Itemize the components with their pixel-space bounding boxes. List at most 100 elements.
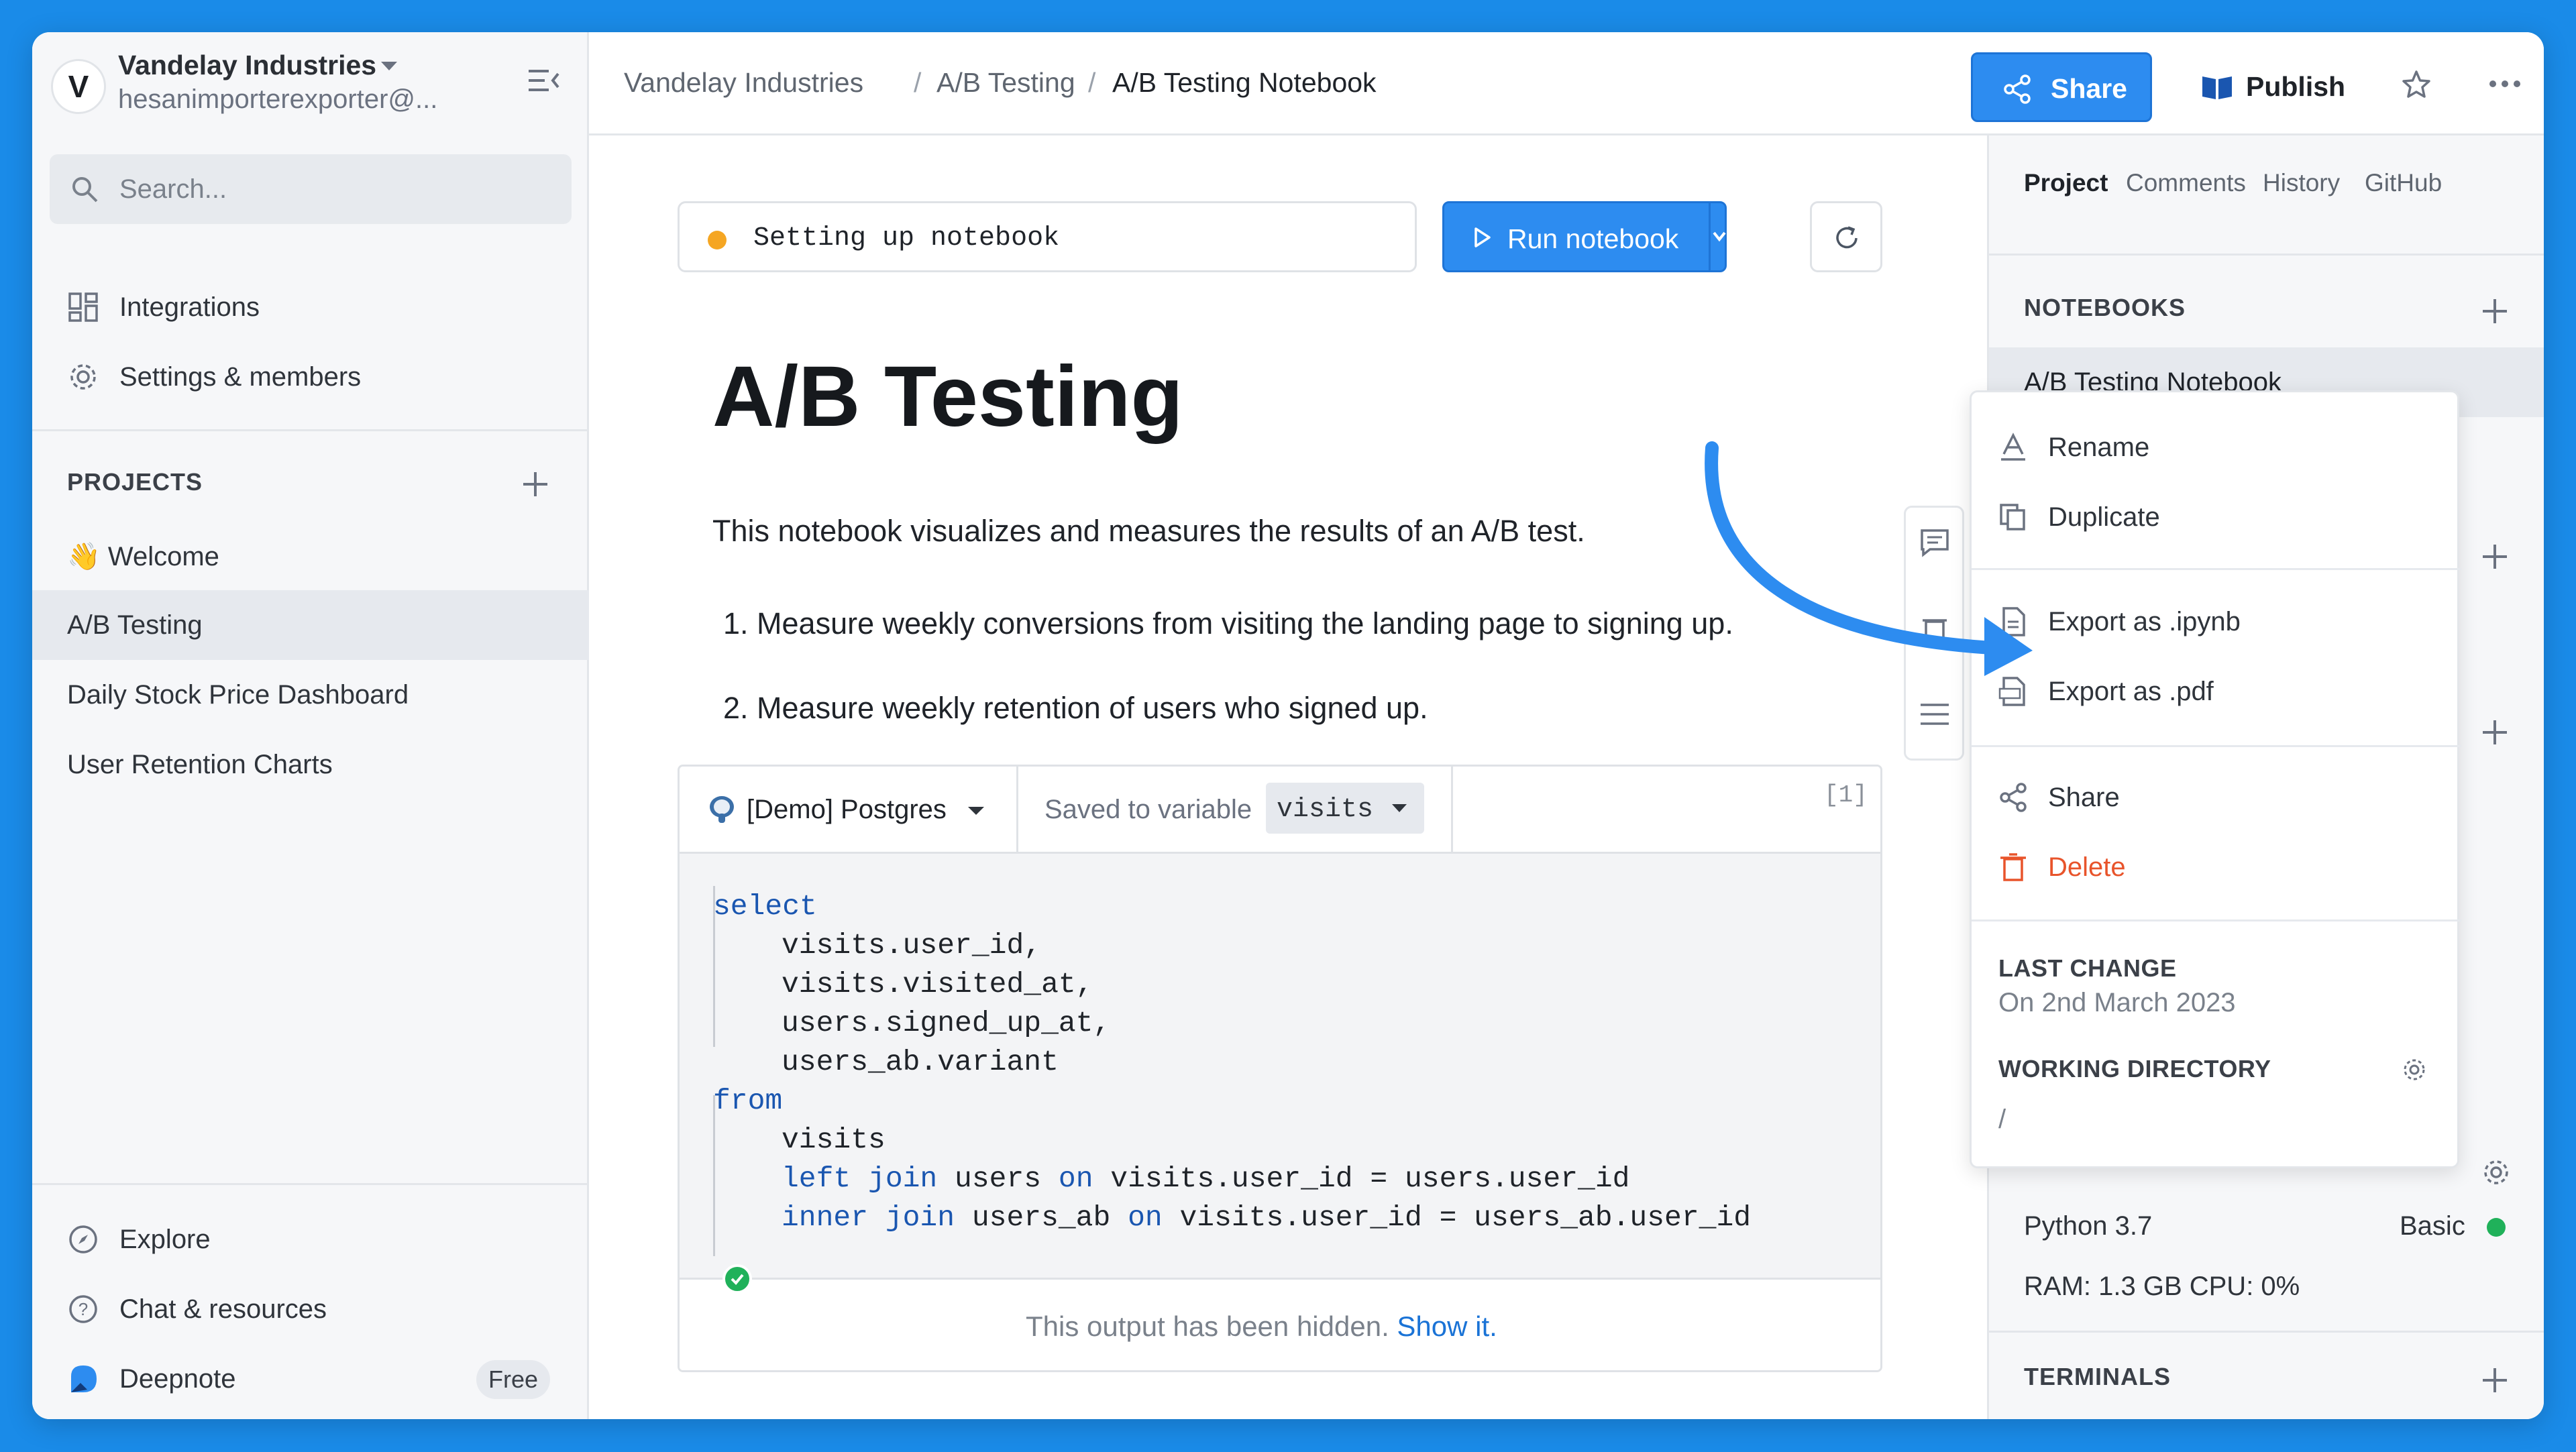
sidebar-item-deepnote[interactable]: Deepnote Free [32, 1347, 589, 1411]
code-editor[interactable]: select visits.user_id, visits.visited_at… [680, 854, 1880, 1278]
play-icon [1474, 227, 1491, 247]
project-label: 👋 Welcome [67, 542, 219, 571]
menu-icon[interactable] [1919, 702, 1950, 726]
code-line: users.signed_up_at, [782, 1007, 1111, 1040]
notebook-title: A/B Testing [712, 349, 1183, 445]
code-line: select [713, 890, 817, 923]
workspace-email: hesanimporterexporter@... [118, 85, 438, 114]
show-output-link[interactable]: Show it. [1397, 1310, 1497, 1342]
divider [1451, 767, 1453, 854]
tab-project[interactable]: Project [2024, 169, 2108, 197]
collapse-sidebar-icon[interactable] [527, 67, 559, 94]
gear-icon[interactable] [2401, 1056, 2428, 1083]
publish-button[interactable]: Publish [2174, 52, 2355, 122]
notebook-status: Setting up notebook [678, 201, 1417, 272]
notebooks-title: NOTEBOOKS [2024, 294, 2186, 321]
tab-comments[interactable]: Comments [2126, 169, 2246, 197]
execution-count: [1] [1824, 781, 1868, 809]
grid-icon [68, 292, 98, 322]
menu-item-delete[interactable]: Delete [1972, 832, 2461, 902]
add-project-icon[interactable] [522, 471, 549, 498]
code-line: inner join users_ab on visits.user_id = … [782, 1201, 1752, 1234]
chevron-down-icon[interactable] [1710, 203, 1729, 270]
add-icon[interactable] [2481, 543, 2508, 570]
saved-to-label: Saved to variable [1044, 795, 1252, 824]
search-input[interactable]: Search... [50, 154, 572, 224]
share-icon [2004, 74, 2031, 104]
status-dot [708, 231, 727, 249]
star-icon[interactable] [2402, 70, 2431, 99]
compass-icon [69, 1225, 97, 1253]
search-icon [72, 177, 98, 203]
database-select[interactable]: [Demo] Postgres [747, 795, 947, 825]
gear-icon[interactable] [2481, 1158, 2511, 1187]
add-icon[interactable] [2481, 719, 2508, 746]
menu-item-label: Share [2048, 783, 2120, 812]
divider [1989, 254, 2544, 256]
pdf-icon [1998, 677, 2025, 706]
sidebar-item-label: Chat & resources [119, 1294, 327, 1324]
code-line: visits.visited_at, [782, 968, 1093, 1001]
sidebar-item-integrations[interactable]: Integrations [32, 275, 589, 339]
cell-toolbar: [Demo] Postgres Saved to variable visits… [680, 767, 1880, 854]
breadcrumb-workspace[interactable]: Vandelay Industries [624, 67, 863, 99]
output-hidden-text: This output has been hidden. Show it. [1026, 1310, 1497, 1342]
variable-select[interactable]: visits [1266, 783, 1424, 834]
header: Vandelay Industries / A/B Testing / A/B … [589, 32, 2544, 135]
cell-output: This output has been hidden. Show it. [680, 1278, 1880, 1370]
code-line: visits.user_id, [782, 929, 1042, 962]
code-line: visits [782, 1123, 885, 1156]
terminals-title: TERMINALS [2024, 1363, 2171, 1390]
more-icon[interactable] [2489, 78, 2521, 90]
project-label: A/B Testing [67, 610, 203, 640]
trash-icon [2000, 853, 2026, 881]
project-item-ab-testing[interactable]: A/B Testing [32, 590, 589, 660]
menu-item-label: Delete [2048, 852, 2126, 882]
status-text: Setting up notebook [753, 223, 1060, 254]
list-item: 1. Measure weekly conversions from visit… [723, 606, 1733, 640]
divider [1989, 1331, 2544, 1333]
run-notebook-label: Run notebook [1507, 223, 1679, 254]
share-button[interactable]: Share [1971, 52, 2152, 122]
project-item-welcome[interactable]: 👋 Welcome [32, 520, 589, 590]
sidebar-item-settings[interactable]: Settings & members [32, 345, 589, 409]
menu-item-share[interactable]: Share [1972, 763, 2461, 832]
caret-down-icon[interactable] [968, 807, 984, 815]
sql-cell: [Demo] Postgres Saved to variable visits… [678, 765, 1882, 1372]
book-icon [2202, 76, 2232, 99]
workspace-logo[interactable]: V [51, 59, 106, 114]
add-notebook-icon[interactable] [2481, 298, 2508, 325]
project-item-daily-stock[interactable]: Daily Stock Price Dashboard [32, 660, 589, 730]
annotation-arrow [1705, 441, 2033, 676]
refresh-icon [1836, 226, 1858, 249]
sidebar-item-label: Explore [119, 1225, 211, 1254]
last-change-value: On 2nd March 2023 [1998, 988, 2236, 1017]
search-placeholder: Search... [119, 174, 227, 204]
sidebar-item-label: Deepnote [119, 1364, 236, 1394]
menu-item-label: Rename [2048, 433, 2150, 462]
tab-github[interactable]: GitHub [2365, 169, 2442, 197]
tab-history[interactable]: History [2263, 169, 2340, 197]
divider [1972, 745, 2461, 747]
code-line: left join users on visits.user_id = user… [782, 1162, 1630, 1195]
sidebar-item-explore[interactable]: Explore [32, 1207, 589, 1272]
add-terminal-icon[interactable] [2481, 1367, 2508, 1394]
chevron-down-icon[interactable] [381, 62, 397, 70]
list-item: 2. Measure weekly retention of users who… [723, 691, 1428, 725]
python-version[interactable]: Python 3.7 [2024, 1211, 2152, 1241]
breadcrumb-separator: / [1088, 67, 1096, 98]
breadcrumb-project[interactable]: A/B Testing [936, 67, 1075, 99]
machine-type[interactable]: Basic [2400, 1211, 2465, 1241]
app-window: V Vandelay Industries hesanimporterexpor… [32, 32, 2544, 1419]
share-icon [2000, 783, 2027, 812]
menu-item-label: Export as .pdf [2048, 677, 2214, 706]
machine-status-dot [2487, 1218, 2506, 1237]
run-notebook-button[interactable]: Run notebook [1442, 201, 1727, 272]
indent-guide [713, 1095, 715, 1256]
code-line: from [713, 1084, 783, 1117]
workspace-name[interactable]: Vandelay Industries [118, 50, 376, 81]
refresh-button[interactable] [1810, 201, 1882, 272]
project-item-user-retention[interactable]: User Retention Charts [32, 730, 589, 799]
sidebar-item-chat[interactable]: ? Chat & resources [32, 1277, 589, 1341]
machine-resources: RAM: 1.3 GB CPU: 0% [2024, 1272, 2300, 1301]
